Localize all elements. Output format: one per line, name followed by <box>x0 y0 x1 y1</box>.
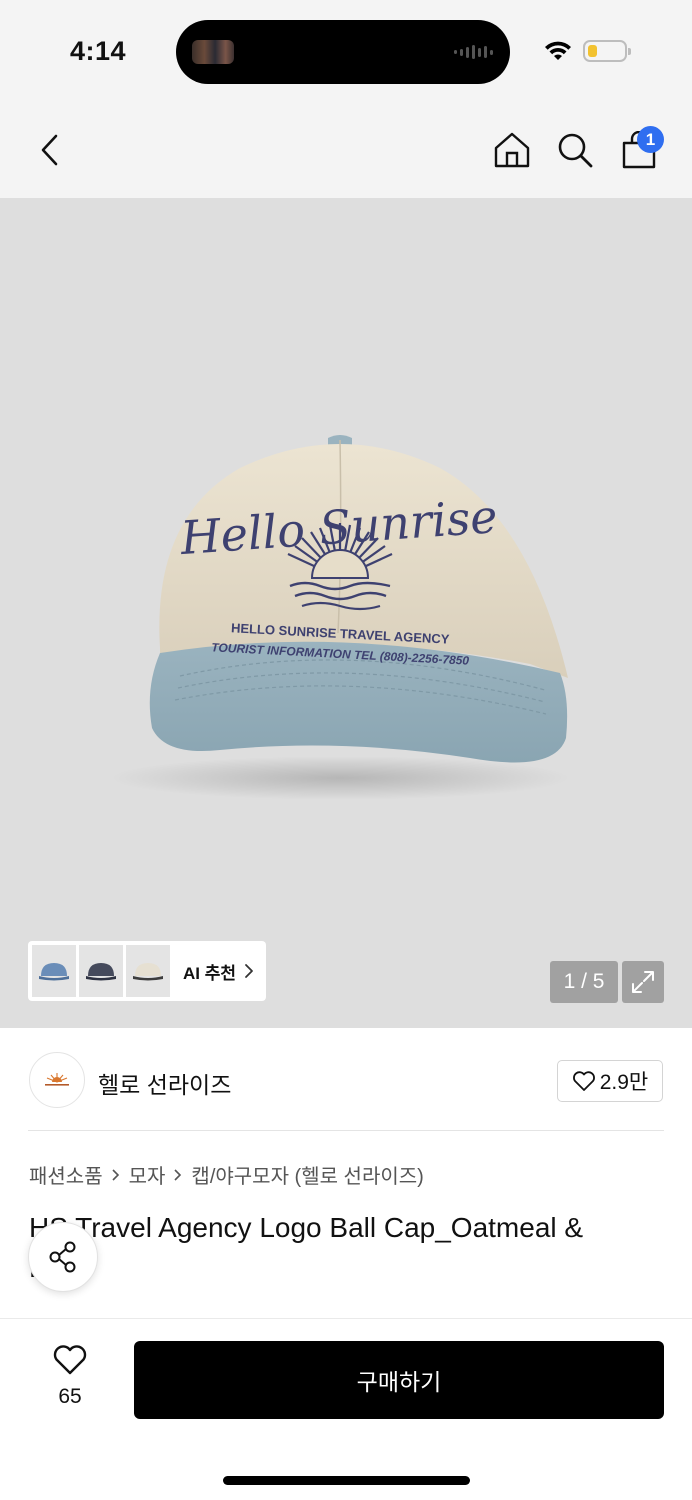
product-image-gallery[interactable]: Hello Sunrise HELLO SUNRISE TRAVEL AGENC… <box>0 198 692 1028</box>
ai-thumb-navy-cap[interactable] <box>79 945 123 997</box>
chevron-right-icon <box>112 1168 119 1181</box>
brand-name[interactable]: 헬로 선라이즈 <box>98 1066 231 1100</box>
share-icon <box>49 1241 76 1273</box>
ai-recommendation-strip[interactable]: AI 추천 <box>28 941 266 1001</box>
chevron-right-icon <box>174 1168 182 1181</box>
breadcrumb-level2[interactable]: 모자 <box>129 1160 166 1189</box>
expand-image-button[interactable] <box>622 961 664 1003</box>
section-divider <box>28 1130 664 1131</box>
expand-icon <box>632 971 654 993</box>
image-page-counter: 1 / 5 <box>550 961 618 1003</box>
brand-row[interactable]: 헬로 선라이즈 2.9만 <box>0 1030 692 1130</box>
ai-thumb-blue-cap[interactable] <box>32 945 76 997</box>
chevron-left-icon <box>41 134 58 166</box>
breadcrumb: 패션소품 모자 캡/야구모자 (헬로 선라이즈) <box>29 1160 424 1189</box>
product-title-line2: L <box>29 1248 669 1288</box>
cart-count-badge: 1 <box>637 126 664 153</box>
product-photo-cap: Hello Sunrise HELLO SUNRISE TRAVEL AGENC… <box>110 435 570 800</box>
now-playing-thumbnail <box>192 40 234 64</box>
product-title: HS Travel Agency Logo Ball Cap_Oatmeal &… <box>29 1208 669 1292</box>
back-button[interactable] <box>30 130 70 170</box>
heart-outline-icon <box>53 1345 87 1375</box>
buy-button[interactable]: 구매하기 <box>134 1341 664 1419</box>
wishlist-count: 65 <box>58 1385 82 1408</box>
breadcrumb-level1[interactable]: 패션소품 <box>29 1160 103 1189</box>
ai-recommend-label: AI 추천 <box>183 963 237 983</box>
chevron-right-icon <box>245 964 253 978</box>
top-nav-bar <box>0 100 692 198</box>
search-icon <box>558 133 593 168</box>
home-indicator[interactable] <box>223 1476 470 1485</box>
ai-thumb-oatmeal-cap[interactable] <box>126 945 170 997</box>
bottom-bar-divider <box>0 1318 692 1319</box>
brand-like-count: 2.9만 <box>599 1071 649 1094</box>
heart-outline-icon <box>572 1071 595 1091</box>
product-title-line1: HS Travel Agency Logo Ball Cap_Oatmeal & <box>29 1212 584 1243</box>
home-icon <box>494 132 530 168</box>
wishlist-button[interactable]: 65 <box>40 1344 100 1409</box>
battery-icon <box>583 40 631 62</box>
status-time: 4:14 <box>70 36 127 66</box>
wifi-icon <box>543 40 573 67</box>
dynamic-island <box>176 20 510 84</box>
search-button[interactable] <box>555 130 595 170</box>
audio-wave-icon <box>454 44 494 60</box>
brand-like-button[interactable]: 2.9만 <box>557 1060 663 1102</box>
home-button[interactable] <box>492 130 532 170</box>
breadcrumb-level3[interactable]: 캡/야구모자 (헬로 선라이즈) <box>191 1160 423 1189</box>
status-bar: 4:14 <box>0 0 692 100</box>
share-button[interactable] <box>28 1222 98 1292</box>
brand-logo[interactable] <box>29 1052 85 1108</box>
